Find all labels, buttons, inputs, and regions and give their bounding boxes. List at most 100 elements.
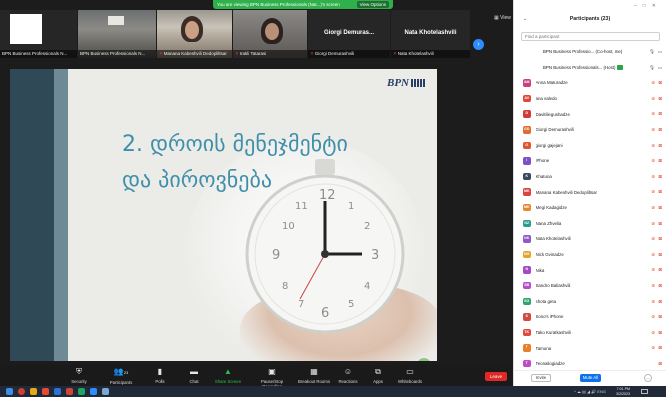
- camera-off-icon[interactable]: ⊠: [658, 221, 662, 227]
- zoom-icon[interactable]: [90, 388, 97, 395]
- list-item[interactable]: MK Megi Kadagidze ⊘ ⊠: [514, 200, 666, 216]
- next-page-button[interactable]: ›: [473, 39, 484, 50]
- list-item[interactable]: IiPhone ⊘ ⊠: [514, 153, 666, 169]
- list-item[interactable]: NG Nick Gvinadze ⊘ ⊠: [514, 247, 666, 263]
- camera-off-icon[interactable]: ⊠: [658, 330, 662, 336]
- camera-off-icon[interactable]: ⊠: [658, 345, 662, 351]
- camera-off-icon[interactable]: ⊠: [658, 174, 662, 180]
- list-item[interactable]: K Khatuna ⊘ ⊠: [514, 169, 666, 185]
- muted-mic-icon[interactable]: ⊘: [651, 236, 655, 242]
- system-tray[interactable]: ^ ☁ ▤ ◢ 🔊 ENG: [574, 389, 606, 394]
- camera-off-icon[interactable]: ⊠: [658, 80, 662, 86]
- camera-off-icon[interactable]: ⊠: [658, 236, 662, 242]
- reactions-button[interactable]: ☺ Reactions: [331, 367, 365, 384]
- muted-mic-icon[interactable]: ⊘: [651, 174, 655, 180]
- camera-off-icon[interactable]: ⊠: [658, 283, 662, 289]
- more-button[interactable]: ...: [644, 374, 652, 382]
- security-button[interactable]: ⛨ Security: [62, 367, 96, 384]
- camera-off-icon[interactable]: ⊠: [658, 299, 662, 305]
- camera-off-icon[interactable]: ⊠: [658, 267, 662, 273]
- muted-mic-icon[interactable]: ⊘: [651, 127, 655, 133]
- list-item[interactable]: T Tamuna ⊘ ⊠: [514, 340, 666, 356]
- muted-mic-icon[interactable]: ⊘: [651, 143, 655, 149]
- camera-icon[interactable]: ▭: [658, 65, 662, 71]
- video-thumbnail[interactable]: Giorgi Demuras... ✕Giorgi Demurashvili: [308, 10, 390, 58]
- camera-off-icon[interactable]: ⊠: [658, 158, 662, 164]
- camera-icon[interactable]: ▭: [658, 49, 662, 55]
- muted-mic-icon[interactable]: ⊘: [651, 283, 655, 289]
- participant-search-input[interactable]: [521, 32, 660, 41]
- svg-text:11: 11: [295, 201, 308, 212]
- list-item[interactable]: MK Manana Kabeshvili Dedopliltsar ⊘ ⊠: [514, 184, 666, 200]
- muted-mic-icon[interactable]: ⊘: [651, 80, 655, 86]
- whiteboards-button[interactable]: ▭ Whiteboards: [393, 367, 427, 384]
- muted-mic-icon[interactable]: ⊘: [651, 158, 655, 164]
- list-item[interactable]: TK Tako Kuratkashvili ⊘ ⊠: [514, 325, 666, 341]
- list-item[interactable]: GD Giorgi Demurashvili ⊘ ⊠: [514, 122, 666, 138]
- video-thumbnail[interactable]: BPN Business Professionals N...: [0, 10, 77, 58]
- share-screen-button[interactable]: ▲ Share Screen: [211, 367, 245, 384]
- list-item[interactable]: AV ana valedo ⊘ ⊠: [514, 91, 666, 107]
- mute-all-button[interactable]: Mute All: [580, 374, 601, 382]
- list-item[interactable]: AM Anna Maturadze ⊘ ⊠: [514, 75, 666, 91]
- search-icon[interactable]: [18, 388, 25, 395]
- muted-mic-icon[interactable]: ⊘: [651, 267, 655, 273]
- muted-mic-icon[interactable]: ⊘: [651, 205, 655, 211]
- camera-off-icon[interactable]: ⊠: [658, 127, 662, 133]
- muted-mic-icon[interactable]: ⊘: [651, 252, 655, 258]
- muted-mic-icon[interactable]: ⊘: [651, 96, 655, 102]
- camera-off-icon[interactable]: ⊠: [658, 205, 662, 211]
- notification-icon[interactable]: [641, 389, 648, 394]
- start-icon[interactable]: [6, 388, 13, 395]
- app-icon[interactable]: [42, 388, 49, 395]
- polls-button[interactable]: ▮ Polls: [143, 367, 177, 384]
- leave-button[interactable]: Leave: [485, 372, 507, 381]
- file-explorer-icon[interactable]: [30, 388, 37, 395]
- muted-mic-icon[interactable]: ⊘: [651, 111, 655, 117]
- invite-button[interactable]: Invite: [531, 374, 551, 382]
- camera-off-icon[interactable]: ⊠: [658, 143, 662, 149]
- list-item[interactable]: NZ Nana Zhvelia ⊘ ⊠: [514, 216, 666, 232]
- video-thumbnail[interactable]: ✕Irakli Tatarasi: [233, 10, 307, 58]
- list-item[interactable]: NK Nata Khotelashvili ⊘ ⊠: [514, 231, 666, 247]
- participants-button[interactable]: 👥23 Participants: [104, 367, 138, 385]
- mic-icon[interactable]: 🎙: [649, 49, 655, 55]
- camera-off-icon[interactable]: ⊠: [658, 314, 662, 320]
- view-options-button[interactable]: View Options: [356, 1, 389, 8]
- list-item[interactable]: S Soso's iPhone ⊘ ⊠: [514, 309, 666, 325]
- mic-icon[interactable]: 🎙: [649, 65, 655, 71]
- video-thumbnail[interactable]: Nata Khotelashvili ✕Nata Khotelashvili: [391, 10, 470, 58]
- window-controls[interactable]: –□✕: [634, 3, 662, 9]
- chat-button[interactable]: ▬ Chat: [177, 367, 211, 384]
- apps-button[interactable]: ⧉ Apps: [361, 367, 395, 384]
- word-icon[interactable]: [54, 388, 61, 395]
- video-thumbnail[interactable]: BPN Business Professionals N...: [78, 10, 156, 58]
- muted-mic-icon[interactable]: ⊘: [651, 299, 655, 305]
- muted-mic-icon[interactable]: ⊘: [651, 345, 655, 351]
- list-item[interactable]: BPN Business Professio... (Co-host, me) 🎙…: [514, 44, 666, 60]
- video-thumbnail[interactable]: ✕Manana Kabeshvili Dedopliltsar: [157, 10, 232, 58]
- clock[interactable]: 7:01 PM 3/2/2023: [616, 387, 630, 396]
- powerpoint-icon[interactable]: [66, 388, 73, 395]
- camera-off-icon[interactable]: ⊠: [658, 96, 662, 102]
- app-icon[interactable]: [102, 388, 109, 395]
- list-item[interactable]: D Davitiliegushadze ⊘ ⊠: [514, 106, 666, 122]
- list-item[interactable]: Ggiorgi gajejani ⊘ ⊠: [514, 138, 666, 154]
- muted-mic-icon[interactable]: ⊘: [651, 330, 655, 336]
- list-item[interactable]: BPN Business Professionals... (Host) 🎙 ▭: [514, 60, 666, 76]
- muted-mic-icon[interactable]: ⊘: [651, 189, 655, 195]
- language-indicator[interactable]: ENG: [597, 389, 606, 394]
- camera-off-icon[interactable]: ⊠: [658, 252, 662, 258]
- list-item[interactable]: SG shota geta ⊘ ⊠: [514, 294, 666, 310]
- list-item[interactable]: N Nika ⊘ ⊠: [514, 262, 666, 278]
- camera-off-icon[interactable]: ⊠: [658, 189, 662, 195]
- view-button[interactable]: ▦ View: [494, 15, 511, 21]
- chrome-icon[interactable]: [78, 388, 85, 395]
- breakout-rooms-button[interactable]: ▦ Breakout Rooms: [297, 367, 331, 384]
- participant-name: Nika: [535, 267, 545, 273]
- list-item[interactable]: SB Sandro Baliashvili ⊘ ⊠: [514, 278, 666, 294]
- camera-off-icon[interactable]: ⊠: [658, 361, 662, 367]
- muted-mic-icon[interactable]: ⊘: [651, 221, 655, 227]
- camera-off-icon[interactable]: ⊠: [658, 111, 662, 117]
- muted-mic-icon[interactable]: ⊘: [651, 314, 655, 320]
